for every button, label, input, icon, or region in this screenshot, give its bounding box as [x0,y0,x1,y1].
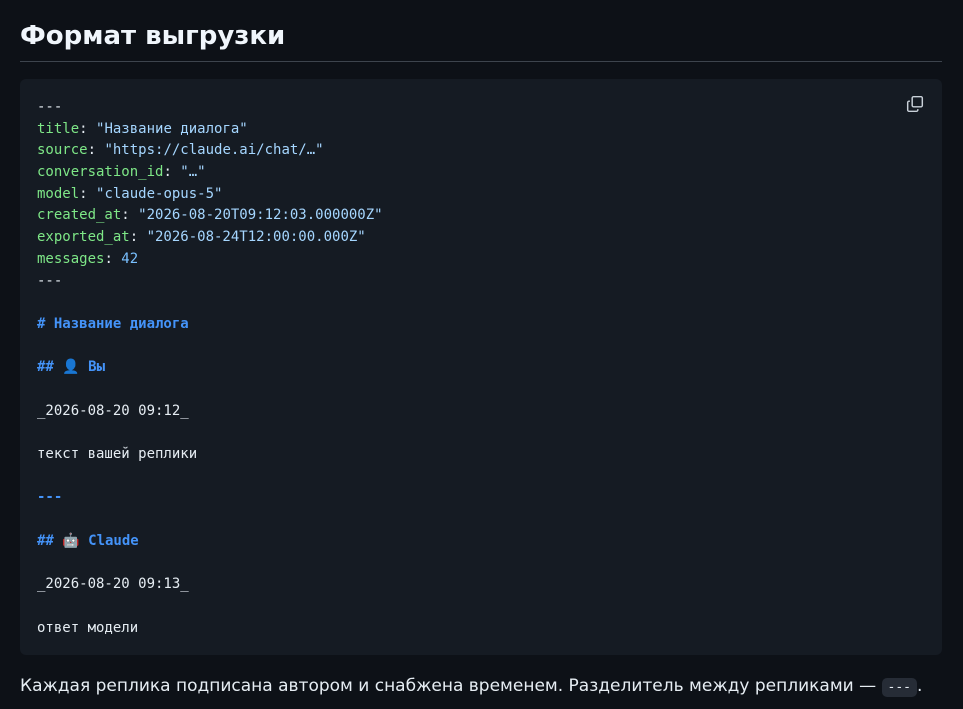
frontmatter-open: --- [37,99,63,115]
frontmatter-field: model: "claude-opus-5" [37,184,925,206]
field-value: "https://claude.ai/chat/…" [104,142,324,159]
field-sep: : [79,185,97,202]
field-key: exported_at [37,229,130,246]
frontmatter-field: exported_at: "2026-08-24T12:00:00.000Z" [37,227,925,249]
section-heading: Формат выгрузки [20,0,942,62]
page: Формат выгрузки --- title: "Название диал… [0,0,963,709]
field-sep: : [79,120,97,137]
copy-icon [906,95,924,113]
field-key: source [37,142,88,159]
md-heading-1: # Название диалога [37,315,189,332]
field-value: "…" [180,164,206,181]
frontmatter-close: --- [37,272,63,289]
field-sep: : [121,207,139,224]
field-value: "2026-08-24T12:00:00.000Z" [146,229,366,246]
field-key: created_at [37,207,122,224]
field-value: "2026-08-20T09:12:03.000000Z" [138,207,383,224]
field-key: messages [37,250,105,267]
description-text: Каждая реплика подписана автором и снабж… [20,676,882,696]
field-value: "Название диалога" [96,120,248,137]
md-heading-assistant: ## 🤖 Claude [37,532,139,549]
field-value: "claude-opus-5" [96,185,223,202]
frontmatter-field: title: "Название диалога" [37,119,925,141]
copy-button[interactable] [904,93,926,115]
frontmatter-field: messages: 42 [37,249,925,271]
field-key: model [37,185,80,202]
field-key: title [37,120,80,137]
field-sep: : [129,229,147,246]
field-sep: : [163,164,181,181]
code-block: --- title: "Название диалога" source: "htt… [20,79,942,655]
frontmatter-field: source: "https://claude.ai/chat/…" [37,140,925,162]
code-content: --- title: "Название диалога" source: "htt… [37,97,925,639]
user-timestamp: _2026-08-20 09:12_ [37,402,189,419]
frontmatter-field: conversation_id: "…" [37,162,925,184]
inline-code-separator: --- [881,678,917,697]
field-value: 42 [121,250,139,267]
field-sep: : [104,250,122,267]
description-paragraph: Каждая реплика подписана автором и снабж… [20,673,942,701]
description-end: . [916,676,923,696]
assistant-message-text: ответ модели [37,619,139,636]
assistant-timestamp: _2026-08-20 09:13_ [37,576,189,593]
field-key: conversation_id [37,164,164,181]
md-heading-user: ## 👤 Вы [37,359,106,376]
frontmatter-field: created_at: "2026-08-20T09:12:03.000000Z… [37,205,925,227]
user-message-text: текст вашей реплики [37,446,198,462]
message-separator: --- [37,489,63,506]
field-sep: : [87,142,105,159]
